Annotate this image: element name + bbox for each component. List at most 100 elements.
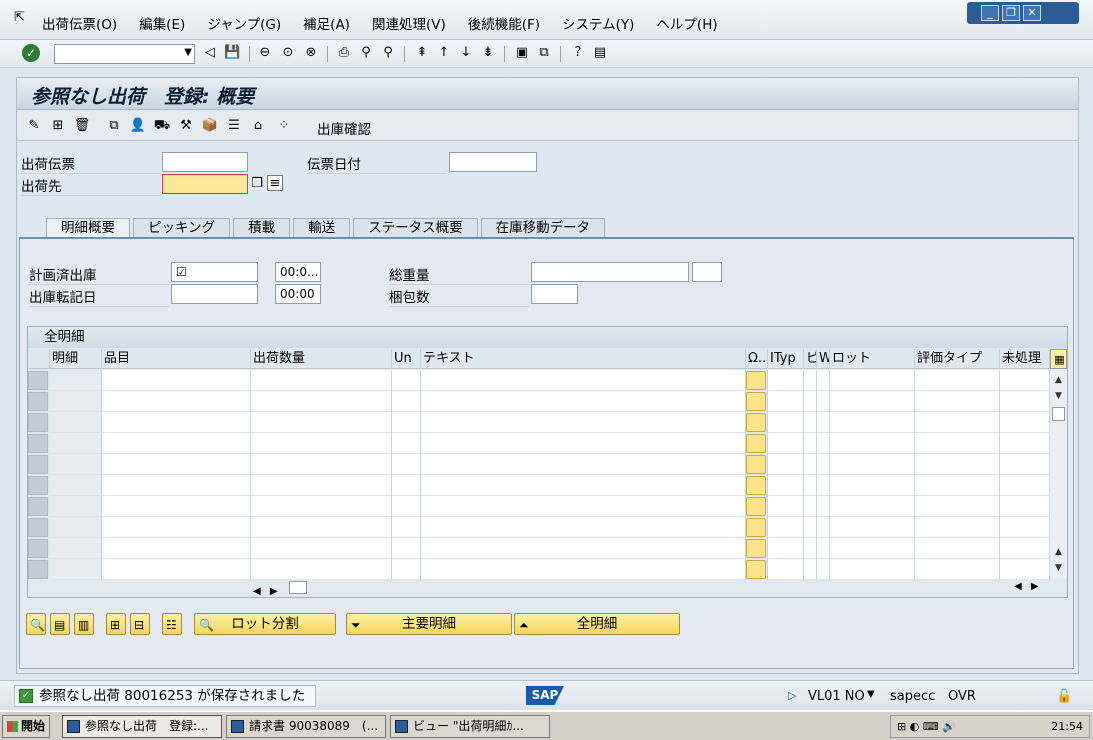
insert-row-button[interactable]: ⊞: [106, 613, 126, 635]
menu-help[interactable]: ヘルプ(H): [656, 13, 717, 33]
table-cell[interactable]: [392, 559, 421, 580]
menu-delivery[interactable]: 出荷伝票(O): [42, 13, 117, 33]
tab-picking[interactable]: ピッキング: [133, 218, 231, 238]
table-cell[interactable]: [1000, 559, 1050, 580]
table-cell[interactable]: [915, 412, 1000, 433]
table-cell[interactable]: [915, 517, 1000, 538]
table-cell[interactable]: [768, 559, 804, 580]
taskbar-item-invoice[interactable]: 請求書 90038089 (...: [226, 715, 386, 738]
scroll-right-icon[interactable]: ▶: [270, 586, 278, 597]
table-cell[interactable]: [817, 454, 830, 475]
row-selector[interactable]: [28, 518, 48, 537]
table-cell[interactable]: [915, 433, 1000, 454]
lock-icon[interactable]: 🔓: [1056, 689, 1072, 704]
table-cell[interactable]: [1000, 454, 1050, 475]
all-items-button[interactable]: ⏶ 全明細: [514, 613, 680, 635]
delete-row-button[interactable]: ⊟: [130, 613, 150, 635]
table-cell[interactable]: [746, 517, 768, 538]
next-page-icon[interactable]: ↓: [458, 45, 474, 61]
find-next-icon[interactable]: ⚲: [380, 45, 396, 61]
previous-page-icon[interactable]: ↑: [436, 45, 452, 61]
item-detail-button[interactable]: [746, 539, 766, 558]
table-cell[interactable]: [102, 496, 251, 517]
table-cell[interactable]: [1000, 412, 1050, 433]
command-field[interactable]: ▼: [54, 44, 195, 64]
display-icon[interactable]: ⊞: [49, 117, 67, 135]
col-picking[interactable]: ピ: [804, 349, 817, 369]
item-detail-button[interactable]: [746, 497, 766, 516]
scroll-right-icon[interactable]: ▶: [1031, 581, 1039, 592]
table-cell[interactable]: [102, 538, 251, 559]
horizontal-scrollbar[interactable]: ◀ ▶: [253, 581, 307, 597]
row-selector[interactable]: [28, 434, 48, 453]
table-cell[interactable]: [804, 538, 817, 559]
table-cell[interactable]: [251, 517, 392, 538]
taskbar-item-view[interactable]: ビュー "出荷明細ｶ...: [390, 715, 550, 738]
table-cell[interactable]: [102, 454, 251, 475]
table-cell[interactable]: [768, 370, 804, 391]
table-cell[interactable]: [804, 454, 817, 475]
table-cell[interactable]: [251, 391, 392, 412]
overview-icon[interactable]: ⁘: [275, 117, 293, 135]
scroll-down-icon[interactable]: ▼: [1052, 389, 1065, 403]
tray-icons[interactable]: ⊞ ◐ ⌨ 🔊: [897, 716, 956, 737]
scroll-up-icon[interactable]: ▲: [1052, 373, 1065, 387]
first-page-icon[interactable]: ⇞: [414, 45, 430, 61]
table-cell[interactable]: [102, 391, 251, 412]
table-cell[interactable]: [830, 496, 915, 517]
table-cell[interactable]: [251, 559, 392, 580]
table-cell[interactable]: [830, 370, 915, 391]
table-cell[interactable]: [830, 538, 915, 559]
table-cell[interactable]: [830, 412, 915, 433]
table-cell[interactable]: [804, 475, 817, 496]
table-cell[interactable]: [392, 475, 421, 496]
details-icon[interactable]: ≡: [267, 175, 283, 191]
table-cell[interactable]: [1000, 370, 1050, 391]
item-detail-button[interactable]: [746, 413, 766, 432]
ship-to-field[interactable]: [162, 174, 248, 194]
table-cell[interactable]: [768, 517, 804, 538]
table-cell[interactable]: [1000, 475, 1050, 496]
table-cell[interactable]: [915, 475, 1000, 496]
table-cell[interactable]: [768, 412, 804, 433]
select-all-button[interactable]: ▤: [50, 613, 70, 635]
package-icon[interactable]: 📦: [201, 117, 219, 135]
table-cell[interactable]: [421, 454, 746, 475]
back-icon[interactable]: ⊖: [257, 45, 273, 61]
scroll-down-icon[interactable]: ▼: [1052, 561, 1065, 575]
table-cell[interactable]: [50, 391, 102, 412]
col-valuation-type[interactable]: 評価タイプ: [915, 349, 1000, 369]
menu-extras[interactable]: 補足(A): [303, 13, 350, 33]
item-detail-button[interactable]: [746, 455, 766, 474]
cancel-icon[interactable]: ⊗: [303, 45, 319, 61]
table-cell[interactable]: [830, 391, 915, 412]
tab-status-overview[interactable]: ステータス概要: [353, 218, 478, 238]
gi-posting-time-field[interactable]: 00:00: [275, 284, 321, 304]
item-detail-button[interactable]: [746, 476, 766, 495]
table-cell[interactable]: [392, 496, 421, 517]
table-cell[interactable]: [817, 433, 830, 454]
table-cell[interactable]: [102, 433, 251, 454]
col-delivery-qty[interactable]: 出荷数量: [251, 349, 392, 369]
status-expand-icon[interactable]: ▷: [788, 689, 796, 702]
table-cell[interactable]: [804, 496, 817, 517]
table-cell[interactable]: [392, 454, 421, 475]
row-selector[interactable]: [28, 476, 48, 495]
table-cell[interactable]: [746, 496, 768, 517]
table-cell[interactable]: [768, 454, 804, 475]
table-cell[interactable]: [804, 559, 817, 580]
row-selector[interactable]: [28, 497, 48, 516]
transport-icon[interactable]: ⛟: [153, 117, 171, 135]
table-cell[interactable]: [1000, 391, 1050, 412]
select-all-header[interactable]: [28, 349, 50, 369]
table-cell[interactable]: [768, 538, 804, 559]
table-cell[interactable]: [251, 475, 392, 496]
table-cell[interactable]: [817, 496, 830, 517]
table-cell[interactable]: [746, 412, 768, 433]
tab-loading[interactable]: 積載: [233, 218, 291, 238]
delivery-field[interactable]: [162, 152, 248, 172]
scroll-thumb[interactable]: [288, 581, 307, 594]
table-cell[interactable]: [804, 391, 817, 412]
total-weight-field[interactable]: [531, 262, 689, 282]
menu-subsequent-functions[interactable]: 後続機能(F): [468, 13, 540, 33]
